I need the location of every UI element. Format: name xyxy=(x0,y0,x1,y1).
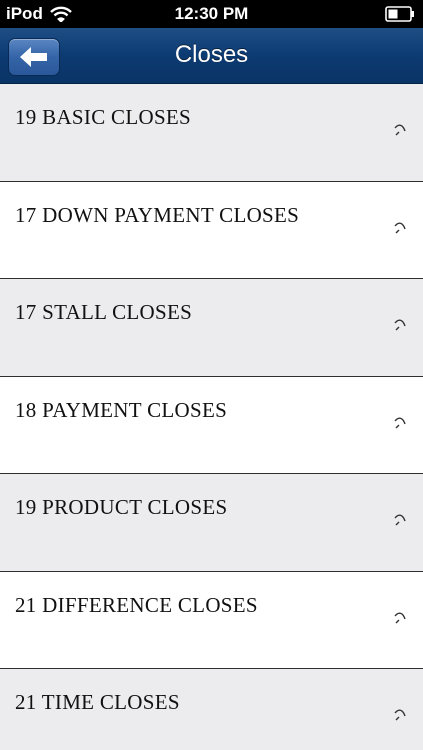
app-screen: iPod 12:30 PM Closes 19 BASIC CLOSES 17 … xyxy=(0,0,423,750)
chevron-icon xyxy=(394,611,406,623)
list-item-label: 19 PRODUCT CLOSES xyxy=(15,495,228,519)
closes-list: 19 BASIC CLOSES 17 DOWN PAYMENT CLOSES 1… xyxy=(0,84,423,750)
list-item-basic-closes[interactable]: 19 BASIC CLOSES xyxy=(0,84,423,182)
navigation-bar: Closes xyxy=(0,28,423,84)
list-item-stall-closes[interactable]: 17 STALL CLOSES xyxy=(0,279,423,377)
list-item-label: 17 DOWN PAYMENT CLOSES xyxy=(15,202,300,227)
page-title: Closes xyxy=(174,41,249,68)
list-item-product-closes[interactable]: 19 PRODUCT CLOSES xyxy=(0,474,423,572)
chevron-icon xyxy=(394,221,406,233)
list-item-time-closes[interactable]: 21 TIME CLOSES xyxy=(0,669,423,750)
status-bar: iPod 12:30 PM xyxy=(0,0,423,28)
list-item-difference-closes[interactable]: 21 DIFFERENCE CLOSES xyxy=(0,571,423,669)
list-item-label: 21 TIME CLOSES xyxy=(15,690,180,714)
chevron-icon xyxy=(394,416,406,428)
chevron-icon xyxy=(394,319,406,331)
chevron-icon xyxy=(394,709,406,721)
battery-icon xyxy=(385,6,414,22)
list-item-label: 17 STALL CLOSES xyxy=(15,300,193,324)
list-item-down-payment-closes[interactable]: 17 DOWN PAYMENT CLOSES xyxy=(0,181,423,279)
list-item-payment-closes[interactable]: 18 PAYMENT CLOSES xyxy=(0,376,423,474)
chevron-icon xyxy=(394,514,406,526)
chevron-icon xyxy=(394,124,406,136)
status-time: 12:30 PM xyxy=(174,4,249,23)
list-item-label: 18 PAYMENT CLOSES xyxy=(15,397,228,422)
list-item-label: 19 BASIC CLOSES xyxy=(15,105,192,129)
list-item-label: 21 DIFFERENCE CLOSES xyxy=(15,592,258,617)
